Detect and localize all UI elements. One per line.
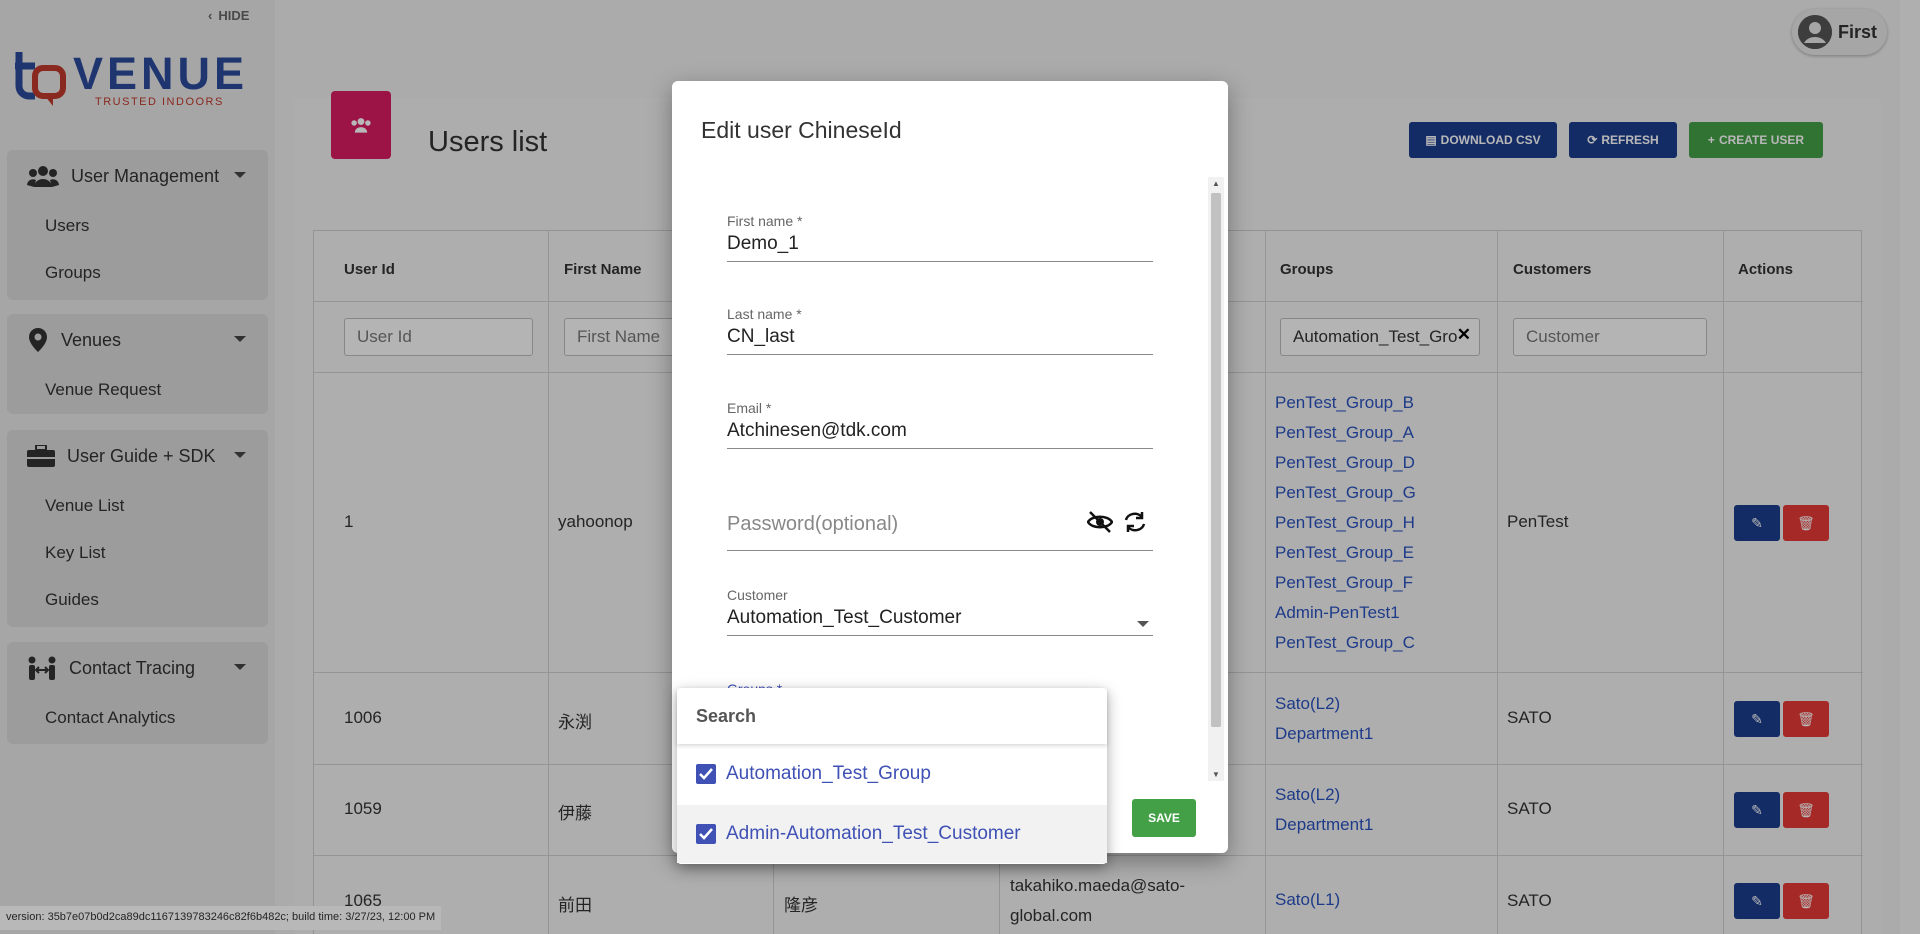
dialog-scrollbar[interactable]: ▲ ▼ <box>1208 177 1224 781</box>
customer-select[interactable]: Customer Automation_Test_Customer <box>727 587 1153 636</box>
password-field[interactable]: Password(optional) <box>727 509 1153 551</box>
regenerate-icon[interactable] <box>1123 511 1147 538</box>
scroll-thumb[interactable] <box>1211 193 1221 727</box>
eye-slash-icon[interactable] <box>1086 511 1114 538</box>
caret-down-icon <box>1137 621 1149 627</box>
dialog-title: Edit user ChineseId <box>701 117 902 143</box>
dropdown-search-input[interactable]: Search <box>677 688 1107 744</box>
dropdown-option[interactable]: Automation_Test_Group <box>677 745 1107 803</box>
last-name-field[interactable]: Last name * CN_last <box>727 306 1153 355</box>
checkbox-checked-icon[interactable] <box>696 764 716 784</box>
checkbox-checked-icon[interactable] <box>696 824 716 844</box>
scroll-down-icon[interactable]: ▼ <box>1212 770 1220 779</box>
first-name-field[interactable]: First name * Demo_1 <box>727 213 1153 262</box>
email-field[interactable]: Email * Atchinesen@tdk.com <box>727 400 1153 449</box>
save-button[interactable]: SAVE <box>1132 799 1196 837</box>
scroll-up-icon[interactable]: ▲ <box>1212 179 1220 188</box>
groups-dropdown: Search Automation_Test_Group Admin-Autom… <box>677 688 1107 864</box>
dropdown-option[interactable]: Admin-Automation_Test_Customer <box>677 805 1107 863</box>
